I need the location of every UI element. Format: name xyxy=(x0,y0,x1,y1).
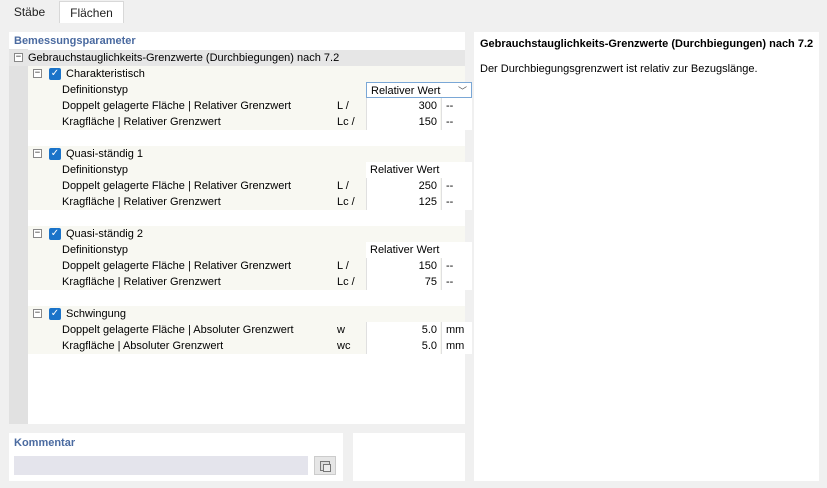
group-label: Quasi-ständig 2 xyxy=(66,228,144,240)
group-row-schwingung[interactable]: − ✓ Schwingung xyxy=(28,306,465,322)
tree-root-row[interactable]: − Gebrauchstauglichkeits-Grenzwerte (Dur… xyxy=(9,50,465,66)
checkmark-icon[interactable]: ✓ xyxy=(49,228,61,240)
spacer-row xyxy=(28,130,465,146)
param-label: Doppelt gelagerte Fläche | Relativer Gre… xyxy=(62,180,292,192)
param-row-krag: Kragfläche | Relativer Grenzwert Lc / 15… xyxy=(28,114,472,130)
tree-root-label: Gebrauchstauglichkeits-Grenzwerte (Durch… xyxy=(28,52,340,64)
info-heading: Gebrauchstauglichkeits-Grenzwerte (Durch… xyxy=(480,38,814,50)
tab-staebe[interactable]: Stäbe xyxy=(0,1,59,23)
param-label: Kragfläche | Relativer Grenzwert xyxy=(62,196,221,208)
param-row-definitionstyp: Definitionstyp Relativer Wert xyxy=(28,162,472,178)
checkmark-icon[interactable]: ✓ xyxy=(49,148,61,160)
definitionstyp-value[interactable]: Relativer Wert xyxy=(366,162,472,178)
param-unit: mm xyxy=(441,322,472,338)
param-unit: mm xyxy=(441,338,472,354)
chevron-down-icon[interactable]: ﹀ xyxy=(458,83,467,99)
param-symbol: wc xyxy=(337,340,351,352)
param-row-krag: Kragfläche | Relativer Grenzwert Lc / 12… xyxy=(28,194,472,210)
select-value: Relativer Wert xyxy=(371,85,441,97)
collapse-icon[interactable]: − xyxy=(33,229,42,238)
param-unit: -- xyxy=(441,114,472,130)
param-value[interactable]: 250 xyxy=(366,178,440,194)
param-row-krag: Kragfläche | Relativer Grenzwert Lc / 75… xyxy=(28,274,472,290)
collapse-icon[interactable]: − xyxy=(14,53,23,62)
param-row-doppelt: Doppelt gelagerte Fläche | Relativer Gre… xyxy=(28,178,472,194)
group-label: Schwingung xyxy=(66,308,126,320)
collapse-icon[interactable]: − xyxy=(33,309,42,318)
param-label: Kragfläche | Absoluter Grenzwert xyxy=(62,340,224,352)
param-row-krag: Kragfläche | Absoluter Grenzwert wc 5.0 … xyxy=(28,338,472,354)
param-label: Kragfläche | Relativer Grenzwert xyxy=(62,276,221,288)
param-value[interactable]: 300 xyxy=(366,98,440,114)
checkmark-icon[interactable]: ✓ xyxy=(49,308,61,320)
design-parameters-panel: Bemessungsparameter − Gebrauchstauglichk… xyxy=(9,32,472,424)
group-row-quasi-1[interactable]: − ✓ Quasi-ständig 1 xyxy=(28,146,465,162)
info-description: Der Durchbiegungsgrenzwert ist relativ z… xyxy=(480,63,758,75)
param-unit: -- xyxy=(441,98,472,114)
param-label: Doppelt gelagerte Fläche | Absoluter Gre… xyxy=(62,324,294,336)
empty-panel xyxy=(353,433,465,481)
copy-icon-front xyxy=(323,464,331,472)
group-label: Charakteristisch xyxy=(66,68,145,80)
param-unit: -- xyxy=(441,258,472,274)
param-symbol: w xyxy=(337,324,345,336)
param-value[interactable]: 5.0 xyxy=(366,322,440,338)
param-symbol: Lc / xyxy=(337,116,355,128)
param-unit: -- xyxy=(441,194,472,210)
param-value[interactable]: 75 xyxy=(366,274,440,290)
comment-input[interactable] xyxy=(14,456,308,475)
param-symbol: L / xyxy=(337,180,349,192)
param-label: Definitionstyp xyxy=(62,84,129,96)
param-label: Doppelt gelagerte Fläche | Relativer Gre… xyxy=(62,260,292,272)
param-value[interactable]: 125 xyxy=(366,194,440,210)
definitionstyp-select[interactable]: Relativer Wert ﹀ xyxy=(366,82,472,98)
param-unit: -- xyxy=(441,178,472,194)
param-row-definitionstyp: Definitionstyp Relativer Wert ﹀ xyxy=(28,82,472,98)
checkmark-icon[interactable]: ✓ xyxy=(49,68,61,80)
param-unit: -- xyxy=(441,274,472,290)
tab-flaechen[interactable]: Flächen xyxy=(59,1,124,23)
param-row-definitionstyp: Definitionstyp Relativer Wert xyxy=(28,242,472,258)
param-symbol: L / xyxy=(337,100,349,112)
collapse-icon[interactable]: − xyxy=(33,149,42,158)
info-panel: Gebrauchstauglichkeits-Grenzwerte (Durch… xyxy=(474,32,819,481)
comment-library-button[interactable] xyxy=(314,456,336,475)
collapse-icon[interactable]: − xyxy=(33,69,42,78)
param-row-doppelt: Doppelt gelagerte Fläche | Relativer Gre… xyxy=(28,98,472,114)
param-value[interactable]: 150 xyxy=(366,258,440,274)
tree-gutter xyxy=(9,49,28,424)
comment-panel: Kommentar xyxy=(9,433,343,481)
tab-bar: Stäbe Flächen xyxy=(0,0,827,23)
definitionstyp-value[interactable]: Relativer Wert xyxy=(366,242,472,258)
spacer-row xyxy=(28,210,465,226)
panel-title: Bemessungsparameter xyxy=(14,35,136,47)
param-label: Definitionstyp xyxy=(62,244,129,256)
comment-title: Kommentar xyxy=(14,437,76,449)
param-value[interactable]: 5.0 xyxy=(366,338,440,354)
param-row-doppelt: Doppelt gelagerte Fläche | Absoluter Gre… xyxy=(28,322,472,338)
group-label: Quasi-ständig 1 xyxy=(66,148,144,160)
param-symbol: Lc / xyxy=(337,276,355,288)
param-row-doppelt: Doppelt gelagerte Fläche | Relativer Gre… xyxy=(28,258,472,274)
param-label: Kragfläche | Relativer Grenzwert xyxy=(62,116,221,128)
param-symbol: L / xyxy=(337,260,349,272)
spacer-row xyxy=(28,290,465,306)
param-symbol: Lc / xyxy=(337,196,355,208)
param-value[interactable]: 150 xyxy=(366,114,440,130)
group-row-quasi-2[interactable]: − ✓ Quasi-ständig 2 xyxy=(28,226,465,242)
param-label: Definitionstyp xyxy=(62,164,129,176)
group-row-charakteristisch[interactable]: − ✓ Charakteristisch xyxy=(28,66,465,82)
param-label: Doppelt gelagerte Fläche | Relativer Gre… xyxy=(62,100,292,112)
